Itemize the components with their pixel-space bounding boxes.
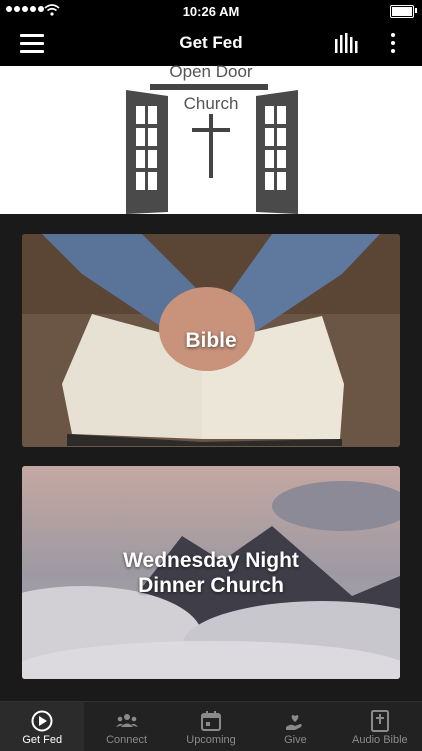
bible-icon	[370, 710, 389, 732]
wednesday-night-card[interactable]: Wednesday Night Dinner Church	[22, 466, 400, 679]
wednesday-night-card-title: Wednesday Night Dinner Church	[22, 548, 400, 598]
tab-connect[interactable]: Connect	[84, 702, 168, 751]
bible-card-title: Bible	[185, 329, 237, 352]
status-bar: 10:26 AM	[0, 0, 422, 22]
tab-label: Get Fed	[22, 734, 63, 746]
people-icon	[115, 714, 138, 727]
bible-card[interactable]: Bible	[22, 234, 400, 447]
card-title-line1: Wednesday Night	[123, 549, 299, 572]
church-logo	[126, 84, 298, 214]
tab-label: Audio Bible	[352, 734, 408, 746]
logo-text-line1: Open Door	[169, 62, 253, 81]
tab-label: Connect	[106, 734, 148, 746]
bottom-tab-bar: Get Fed Connect Upcoming Give Audio Bibl…	[0, 701, 422, 751]
church-logo-banner: Open Door Church	[0, 62, 422, 214]
page-title: Get Fed	[179, 33, 243, 52]
status-time: 10:26 AM	[182, 4, 240, 19]
tab-label: Upcoming	[186, 734, 236, 746]
more-vertical-icon[interactable]	[390, 33, 396, 55]
logo-text-line2: Church	[183, 94, 239, 113]
heart-hand-icon	[286, 715, 303, 730]
tab-audio-bible[interactable]: Audio Bible	[338, 702, 422, 751]
equalizer-icon[interactable]	[334, 33, 358, 53]
tab-label: Give	[284, 734, 307, 746]
battery-icon	[390, 5, 414, 18]
app-bar: Get Fed	[0, 22, 422, 66]
play-circle-icon	[31, 710, 53, 732]
calendar-icon	[201, 711, 222, 731]
tab-give[interactable]: Give	[253, 702, 337, 751]
tab-upcoming[interactable]: Upcoming	[169, 702, 253, 751]
card-title-line2: Dinner Church	[138, 574, 284, 597]
tab-get-fed[interactable]: Get Fed	[0, 702, 85, 751]
